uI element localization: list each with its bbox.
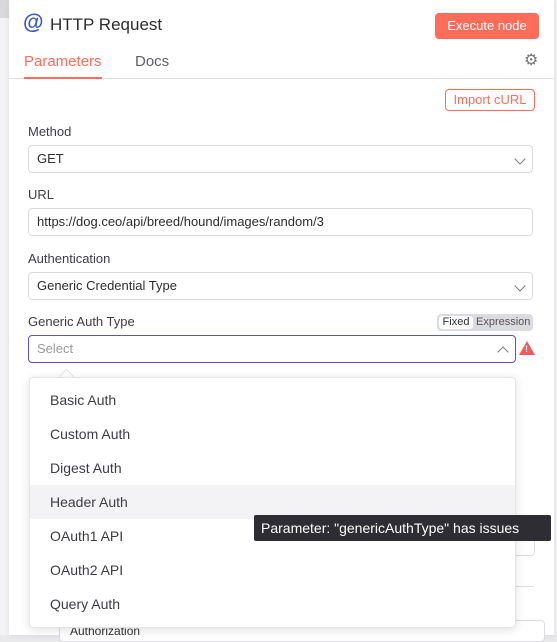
execute-node-button[interactable]: Execute node [435,13,539,39]
option-digest-auth[interactable]: Digest Auth [30,451,515,485]
authentication-value: Generic Credential Type [37,278,177,293]
url-input[interactable]: https://dog.ceo/api/breed/hound/images/r… [28,208,533,236]
fixed-option[interactable]: Fixed [439,316,473,329]
panel-tabs: Parameters Docs ⚙ [9,50,554,79]
generic-auth-type-label: Generic Auth Type [28,314,135,329]
chevron-down-icon [514,280,526,292]
auth-type-dropdown: Basic Auth Custom Auth Digest Auth Heade… [29,377,516,628]
expression-option[interactable]: Expression [476,316,530,329]
tab-docs[interactable]: Docs [135,53,169,77]
import-curl-button[interactable]: Import cURL [445,89,535,111]
method-value: GET [37,151,64,166]
at-icon: @ [23,11,44,34]
option-header-auth[interactable]: Header Auth [30,485,515,519]
method-select[interactable]: GET [28,145,533,173]
option-basic-auth[interactable]: Basic Auth [30,383,515,417]
tab-parameters[interactable]: Parameters [24,53,102,79]
fixed-expression-toggle[interactable]: Fixed Expression [437,314,533,331]
node-title[interactable]: HTTP Request [50,15,162,35]
panel-header: @ HTTP Request Execute node [9,0,554,50]
url-value: https://dog.ceo/api/breed/hound/images/r… [37,214,324,229]
chevron-down-icon [514,153,526,165]
chevron-up-icon [497,346,509,358]
warning-icon-mark: ! [525,344,528,354]
generic-auth-type-select[interactable]: Select [28,335,516,363]
url-label: URL [28,187,55,202]
node-details-panel: @ HTTP Request Execute node Parameters D… [9,0,554,642]
option-oauth2-api[interactable]: OAuth2 API [30,553,515,587]
method-label: Method [28,124,72,139]
authentication-label: Authentication [28,251,111,266]
generic-auth-placeholder: Select [37,341,74,356]
gear-icon[interactable]: ⚙ [524,53,540,69]
issue-tooltip: Parameter: "genericAuthType" has issues [254,515,551,541]
option-custom-auth[interactable]: Custom Auth [30,417,515,451]
option-query-auth[interactable]: Query Auth [30,587,515,621]
authentication-select[interactable]: Generic Credential Type [28,272,533,300]
